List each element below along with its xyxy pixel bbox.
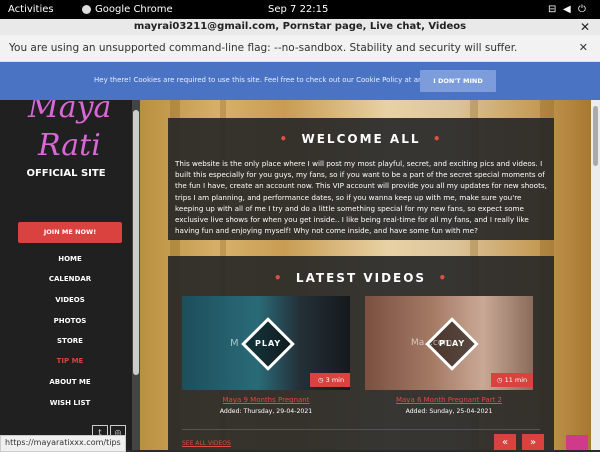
nav-photos[interactable]: PHOTOS: [0, 317, 140, 325]
cookie-banner: Hey there! Cookies are required to use t…: [0, 62, 600, 107]
watermark: M: [230, 338, 239, 349]
page-scroll-thumb[interactable]: [593, 106, 598, 166]
video-thumbnail[interactable]: PLAY Ma...com ◷ 11 min: [365, 296, 533, 390]
video-added-date: Added: Sunday, 25-04-2021: [405, 408, 493, 415]
warning-infobar: You are using an unsupported command-lin…: [0, 35, 600, 62]
clock-icon: ◷: [496, 376, 503, 384]
status-url: https://mayaratixxx.com/tips: [0, 435, 126, 452]
nav-about-me[interactable]: ABOUT ME: [0, 378, 140, 386]
window-title-bar: mayrai03211@gmail.com, Pornstar page, Li…: [0, 19, 600, 35]
video-title-link[interactable]: Maya 9 Months Pregnant: [182, 396, 350, 404]
official-site-label: OFFICIAL SITE: [26, 168, 106, 179]
sidebar-scroll-thumb[interactable]: [133, 110, 139, 375]
cookie-text: Hey there! Cookies are required to use t…: [94, 76, 447, 84]
nav-videos[interactable]: VIDEOS: [0, 296, 140, 304]
sidebar: Maya Rati OFFICIAL SITE JOIN ME NOW! HOM…: [0, 100, 140, 450]
latest-videos-panel: • LATEST VIDEOS • PLAY M ◷ 3 min Maya 9 …: [168, 256, 554, 450]
welcome-panel: • WELCOME ALL • This website is the only…: [168, 118, 554, 240]
next-page-button[interactable]: »: [522, 434, 544, 450]
play-label: PLAY: [255, 339, 282, 348]
window-title: mayrai03211@gmail.com, Pornstar page, Li…: [133, 21, 467, 32]
logo-text-2[interactable]: Rati: [38, 128, 101, 163]
welcome-title: • WELCOME ALL •: [279, 132, 443, 146]
watermark: Ma...com: [411, 338, 453, 348]
network-icon[interactable]: ⊟: [548, 4, 556, 15]
page-scrollbar[interactable]: [591, 100, 600, 450]
nav-tip-me[interactable]: TIP ME: [0, 357, 140, 365]
duration-badge: ◷ 3 min: [310, 373, 350, 387]
infobar-message: You are using an unsupported command-lin…: [9, 42, 518, 54]
close-window-icon[interactable]: ✕: [580, 19, 590, 35]
page-viewport: Maya Rati OFFICIAL SITE JOIN ME NOW! HOM…: [0, 100, 591, 450]
activities-button[interactable]: Activities: [8, 4, 54, 15]
video-thumbnail[interactable]: PLAY M ◷ 3 min: [182, 296, 350, 390]
divider: [182, 429, 540, 430]
app-menu[interactable]: Google Chrome: [95, 4, 173, 15]
system-top-bar: Activities Google Chrome Sep 7 22:15 ⊟ ◀…: [0, 0, 600, 19]
gift-icon[interactable]: [566, 435, 588, 450]
nav-wish-list[interactable]: WISH LIST: [0, 399, 140, 407]
duration-badge: ◷ 11 min: [491, 373, 533, 387]
video-added-date: Added: Thursday, 29-04-2021: [219, 408, 313, 415]
prev-page-button[interactable]: «: [494, 434, 516, 450]
infobar-close-icon[interactable]: ✕: [579, 35, 588, 61]
see-all-videos-link[interactable]: SEE ALL VIDEOS: [182, 440, 231, 447]
clock-icon: ◷: [317, 376, 324, 384]
nav-store[interactable]: STORE: [0, 337, 140, 345]
videos-title: • LATEST VIDEOS •: [273, 271, 449, 285]
welcome-body: This website is the only place where I w…: [175, 159, 547, 236]
nav-home[interactable]: HOME: [0, 255, 140, 263]
sidebar-scrollbar[interactable]: [132, 100, 140, 450]
accept-cookies-button[interactable]: I DON'T MIND COOKIES: [420, 70, 496, 107]
video-title-link[interactable]: Maya 6 Month Pregnant Part 2: [365, 396, 533, 404]
chrome-icon: [82, 5, 91, 14]
logo-text[interactable]: Maya: [28, 100, 111, 125]
volume-icon[interactable]: ◀: [563, 4, 571, 15]
clock[interactable]: Sep 7 22:15: [268, 4, 328, 15]
power-icon[interactable]: ⏻: [578, 4, 586, 15]
nav-calendar[interactable]: CALENDAR: [0, 275, 140, 283]
join-button[interactable]: JOIN ME NOW!: [18, 222, 122, 243]
